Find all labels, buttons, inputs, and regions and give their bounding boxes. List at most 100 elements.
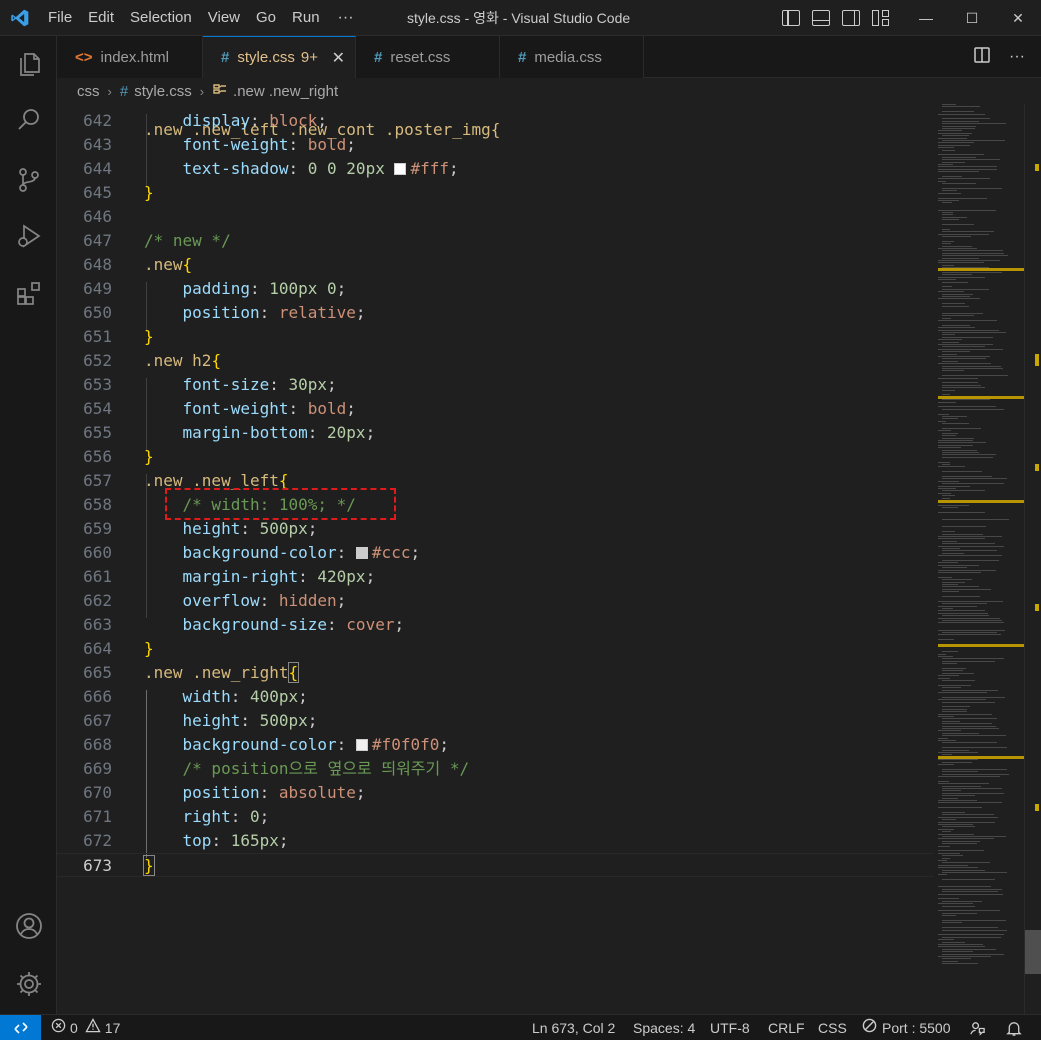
close-tab-icon[interactable]: ✕: [332, 48, 345, 68]
breadcrumb-symbol[interactable]: .new .new_right: [233, 83, 338, 100]
minimap[interactable]: [934, 104, 1024, 1014]
menu-selection[interactable]: Selection: [122, 0, 200, 36]
minimap-line: [942, 936, 1001, 938]
explorer-icon[interactable]: [0, 40, 57, 88]
breadcrumb-folder[interactable]: css: [77, 83, 100, 100]
source-control-icon[interactable]: [0, 156, 57, 204]
error-count: 0: [70, 1020, 78, 1036]
vertical-scrollbar[interactable]: [1024, 104, 1041, 1014]
minimap-line: [942, 286, 952, 288]
minimap-line: [942, 735, 1006, 737]
minimap-line: [942, 303, 965, 305]
minimap-line: [938, 461, 950, 463]
color-swatch[interactable]: [394, 163, 407, 175]
code-line-current: 673}: [57, 853, 934, 877]
tab-reset-css[interactable]: # reset.css: [356, 36, 500, 78]
tab-index-html[interactable]: <> index.html: [57, 36, 203, 78]
code-line: 646: [83, 207, 112, 226]
cursor-position[interactable]: Ln 673, Col 2: [532, 1015, 615, 1040]
minimap-line: [938, 440, 973, 441]
error-icon: [51, 1015, 66, 1040]
code-line: 660 background-color: #ccc;: [83, 543, 421, 562]
minimap-line: [942, 608, 953, 609]
code-line: 652 .new h2{: [83, 351, 222, 370]
minimap-line: [942, 490, 985, 492]
toggle-secondary-sidebar-icon[interactable]: [842, 10, 860, 26]
maximize-button[interactable]: ☐: [949, 0, 995, 36]
menu-more-button[interactable]: ···: [328, 9, 364, 27]
color-swatch[interactable]: [355, 547, 368, 559]
more-actions-icon[interactable]: ···: [1009, 48, 1025, 66]
code-line: 654 font-weight: bold;: [83, 399, 356, 418]
close-window-button[interactable]: ✕: [995, 0, 1041, 36]
menu-run[interactable]: Run: [284, 0, 328, 36]
remote-icon[interactable]: [0, 1015, 41, 1040]
encoding-setting[interactable]: UTF-8: [710, 1015, 750, 1040]
minimap-line: [938, 377, 978, 379]
language-mode[interactable]: CSS: [818, 1015, 847, 1040]
minimap-line: [942, 747, 1007, 749]
minimap-line: [942, 771, 978, 773]
minimap-line: [942, 773, 1009, 775]
minimap-line: [942, 836, 1006, 837]
minimap-line: [938, 166, 997, 168]
extensions-icon[interactable]: [0, 270, 57, 318]
minimap-line: [942, 920, 1006, 921]
minimap-line: [942, 663, 957, 665]
menu-file[interactable]: File: [40, 0, 80, 36]
indentation-setting[interactable]: Spaces: 4: [633, 1015, 695, 1040]
title-bar: File Edit Selection View Go Run ··· styl…: [0, 0, 1041, 36]
code-line: 643 font-weight: bold;: [83, 135, 356, 154]
minimap-line: [942, 423, 969, 425]
tab-media-css[interactable]: # media.css: [500, 36, 644, 78]
live-server-port[interactable]: Port : 5500: [862, 1015, 951, 1040]
minimap-line: [942, 922, 962, 924]
color-swatch[interactable]: [355, 739, 368, 751]
minimap-line: [938, 164, 953, 165]
code-line: 668 background-color: #f0f0f0;: [83, 735, 449, 754]
feedback-icon[interactable]: [969, 1019, 986, 1040]
split-editor-icon[interactable]: [973, 46, 991, 69]
minimap-line: [942, 161, 965, 163]
minimap-line: [942, 761, 972, 763]
menu-edit[interactable]: Edit: [80, 0, 122, 36]
search-icon[interactable]: [0, 96, 57, 144]
code-editor[interactable]: .new .new_left .new_cont .poster_img{ 64…: [57, 104, 934, 1014]
scrollbar-thumb[interactable]: [1025, 930, 1041, 974]
toggle-primary-sidebar-icon[interactable]: [782, 10, 800, 26]
minimap-line: [942, 190, 957, 192]
minimap-line: [942, 274, 972, 276]
code-line: 669 /* position으로 옆으로 띄워주기 */: [83, 759, 470, 778]
minimap-line: [942, 324, 970, 326]
minimap-line: [942, 958, 971, 960]
settings-gear-icon[interactable]: [0, 960, 57, 1008]
minimap-line: [938, 833, 974, 835]
minimap-highlight: [938, 644, 1024, 647]
run-debug-icon[interactable]: [0, 212, 57, 260]
minimap-line: [942, 293, 973, 295]
customize-layout-icon[interactable]: [872, 10, 890, 26]
account-icon[interactable]: [0, 902, 57, 950]
minimap-line: [942, 255, 1008, 257]
problems-indicator[interactable]: 0 17: [51, 1015, 120, 1040]
minimap-line: [942, 689, 998, 691]
minimap-line: [942, 814, 994, 816]
tab-style-css[interactable]: # style.css 9+ ✕: [203, 36, 356, 78]
minimap-line: [938, 807, 982, 809]
minimap-line: [942, 579, 972, 581]
minimap-line: [942, 216, 967, 218]
minimap-line: [938, 684, 971, 686]
minimap-line: [942, 296, 970, 297]
menu-view[interactable]: View: [200, 0, 248, 36]
minimap-line: [942, 336, 993, 338]
eol-setting[interactable]: CRLF: [768, 1015, 805, 1040]
breadcrumb-file[interactable]: style.css: [134, 83, 192, 100]
minimap-line: [942, 305, 969, 307]
bell-icon[interactable]: [1006, 1019, 1022, 1040]
toggle-panel-icon[interactable]: [812, 10, 830, 26]
scrollbar-marker: [1035, 359, 1039, 366]
minimize-button[interactable]: —: [903, 0, 949, 36]
menu-go[interactable]: Go: [248, 0, 284, 36]
code-line: 667 height: 500px;: [83, 711, 318, 730]
minimap-line: [942, 812, 965, 813]
